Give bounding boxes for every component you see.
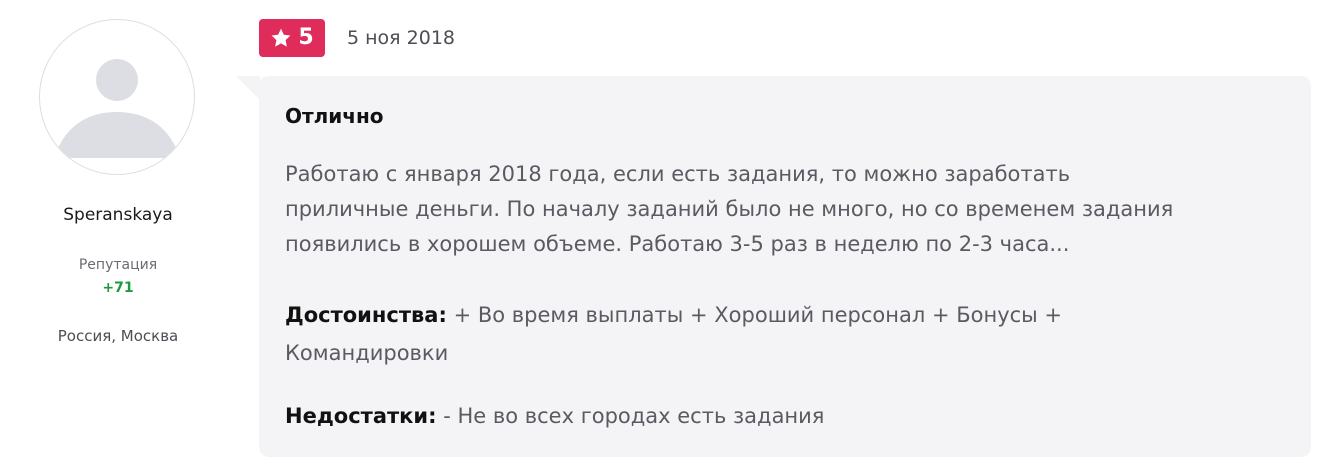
review-body-line: приличные деньги. По началу заданий было… xyxy=(285,197,1174,221)
review-body-line: Работаю с января 2018 года, если есть за… xyxy=(285,162,1071,186)
cons-text: - Не во всех городах есть задания xyxy=(436,404,825,428)
star-icon xyxy=(270,27,292,49)
pros-text: + Во время выплаты + Хороший персонал + … xyxy=(446,303,1063,327)
pros-label: Достоинства: xyxy=(285,303,447,327)
review-body: Работаю с января 2018 года, если есть за… xyxy=(285,157,1285,262)
review-title: Отлично xyxy=(285,104,384,128)
review-author: Speranskaya Репутация +71 Россия, Москва xyxy=(0,0,236,472)
review-date: 5 ноя 2018 xyxy=(347,27,455,49)
review-pros: Достоинства: + Во время выплаты + Хороши… xyxy=(285,296,1285,372)
pros-text-continued: Командировки xyxy=(285,341,449,365)
bubble-tail xyxy=(236,76,260,100)
rating-badge: 5 xyxy=(259,19,325,57)
cons-label: Недостатки: xyxy=(285,404,437,428)
reputation-value: +71 xyxy=(102,280,134,296)
user-placeholder-icon[interactable] xyxy=(39,19,195,175)
author-name[interactable]: Speranskaya xyxy=(0,205,236,225)
reputation-label: Репутация xyxy=(78,257,158,273)
author-location: Россия, Москва xyxy=(57,327,179,345)
review-body-line: появились в хорошем объеме. Работаю 3-5 … xyxy=(285,232,1070,256)
rating-value: 5 xyxy=(298,25,314,50)
review-cons: Недостатки: - Не во всех городах есть за… xyxy=(285,397,1285,435)
